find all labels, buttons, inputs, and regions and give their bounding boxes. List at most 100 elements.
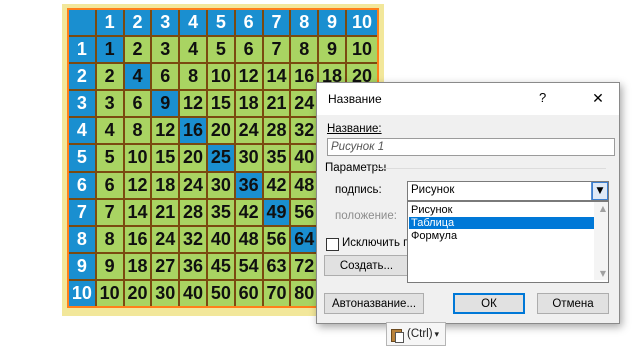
table-cell: 2 <box>96 64 123 90</box>
name-input[interactable]: Рисунок 1 <box>327 138 615 156</box>
signature-dropdown-list: Рисунок Таблица Формула ▲ ▼ <box>407 201 609 283</box>
autoname-button-label: Автоназвание... <box>331 297 417 310</box>
table-cell: 21 <box>263 91 290 117</box>
table-cell: 18 <box>152 172 179 198</box>
table-cell: 28 <box>180 199 206 225</box>
dialog-title: Название <box>328 92 382 106</box>
help-button[interactable]: ? <box>539 90 546 105</box>
table-cell: 36 <box>235 172 262 198</box>
table-row-header: 10 <box>69 280 95 306</box>
table-cell: 40 <box>180 280 206 306</box>
table-cell: 9 <box>96 253 123 279</box>
table-cell: 12 <box>180 91 206 117</box>
table-row-header: 8 <box>69 226 95 252</box>
table-row-header: 6 <box>69 172 95 198</box>
table-cell: 9 <box>152 91 179 117</box>
table-cell: 30 <box>152 280 179 306</box>
autoname-button[interactable]: Автоназвание... <box>324 293 424 314</box>
table-cell: 60 <box>235 280 262 306</box>
table-cell: 7 <box>96 199 123 225</box>
table-cell: 9 <box>319 37 345 63</box>
table-cell: 56 <box>291 199 318 225</box>
table-cell: 20 <box>207 118 234 144</box>
table-cell: 5 <box>207 37 234 63</box>
table-cell: 16 <box>180 118 206 144</box>
exclude-label: Исключить п <box>342 237 410 249</box>
table-cell: 8 <box>291 37 318 63</box>
table-cell: 16 <box>124 226 151 252</box>
table-column-header: 1 <box>96 10 123 36</box>
table-cell: 30 <box>207 172 234 198</box>
table-cell: 1 <box>96 37 123 63</box>
signature-selected-value: Рисунок <box>411 184 455 196</box>
position-label: положение: <box>335 210 397 222</box>
table-cell: 15 <box>152 145 179 171</box>
chevron-down-icon[interactable]: ▼ <box>591 182 608 200</box>
table-cell: 42 <box>235 199 262 225</box>
table-cell: 6 <box>152 64 179 90</box>
table-cell: 36 <box>180 253 206 279</box>
table-cell: 3 <box>96 91 123 117</box>
table-cell: 25 <box>207 145 234 171</box>
table-cell: 35 <box>263 145 290 171</box>
table-column-header: 8 <box>291 10 318 36</box>
table-cell: 48 <box>235 226 262 252</box>
table-cell: 27 <box>152 253 179 279</box>
table-cell: 4 <box>96 118 123 144</box>
table-cell: 7 <box>263 37 290 63</box>
table-cell: 24 <box>291 91 318 117</box>
table-row-header: 1 <box>69 37 95 63</box>
table-cell: 6 <box>235 37 262 63</box>
table-column-header: 7 <box>263 10 290 36</box>
cancel-button[interactable]: Отмена <box>537 293 609 314</box>
table-row-header: 4 <box>69 118 95 144</box>
exclude-checkbox[interactable] <box>326 238 339 251</box>
table-cell: 40 <box>291 145 318 171</box>
name-label: Название: <box>327 123 382 135</box>
dialog-titlebar: Название ? ✕ <box>317 83 619 115</box>
table-cell: 63 <box>263 253 290 279</box>
caption-dialog: Название ? ✕ Название: Рисунок 1 Парамет… <box>316 82 620 324</box>
params-separator <box>374 168 606 169</box>
table-row-header: 2 <box>69 64 95 90</box>
table-row-header: 7 <box>69 199 95 225</box>
scroll-up-icon[interactable]: ▲ <box>600 204 606 213</box>
signature-label: подпись: <box>335 184 382 196</box>
table-cell: 18 <box>235 91 262 117</box>
dropdown-arrow-icon: ▾ <box>434 328 440 339</box>
dropdown-option-figure[interactable]: Рисунок <box>409 204 594 216</box>
table-column-header: 3 <box>152 10 179 36</box>
create-button[interactable]: Создать... <box>324 255 409 276</box>
table-corner-cell <box>69 10 95 36</box>
scroll-down-icon[interactable]: ▼ <box>600 269 606 278</box>
paste-options-button[interactable]: (Ctrl) ▾ <box>386 322 446 346</box>
signature-select[interactable]: Рисунок ▼ <box>407 181 609 201</box>
table-cell: 32 <box>180 226 206 252</box>
table-cell: 14 <box>124 199 151 225</box>
table-cell: 10 <box>207 64 234 90</box>
dropdown-option-formula[interactable]: Формула <box>409 230 594 242</box>
table-cell: 10 <box>96 280 123 306</box>
table-cell: 49 <box>263 199 290 225</box>
table-cell: 56 <box>263 226 290 252</box>
table-cell: 80 <box>291 280 318 306</box>
table-cell: 12 <box>235 64 262 90</box>
name-label-text: Название: <box>327 123 382 135</box>
table-cell: 3 <box>152 37 179 63</box>
table-cell: 64 <box>291 226 318 252</box>
table-column-header: 6 <box>235 10 262 36</box>
table-column-header: 9 <box>319 10 345 36</box>
table-cell: 8 <box>124 118 151 144</box>
table-column-header: 5 <box>207 10 234 36</box>
table-cell: 72 <box>291 253 318 279</box>
table-cell: 2 <box>124 37 151 63</box>
table-column-header: 4 <box>180 10 206 36</box>
table-cell: 14 <box>263 64 290 90</box>
ok-button[interactable]: ОК <box>453 293 525 314</box>
dropdown-option-table[interactable]: Таблица <box>409 217 594 229</box>
close-button[interactable]: ✕ <box>580 85 616 113</box>
dropdown-scrollbar[interactable]: ▲ ▼ <box>594 202 608 280</box>
table-cell: 24 <box>235 118 262 144</box>
table-cell: 70 <box>263 280 290 306</box>
table-cell: 40 <box>207 226 234 252</box>
